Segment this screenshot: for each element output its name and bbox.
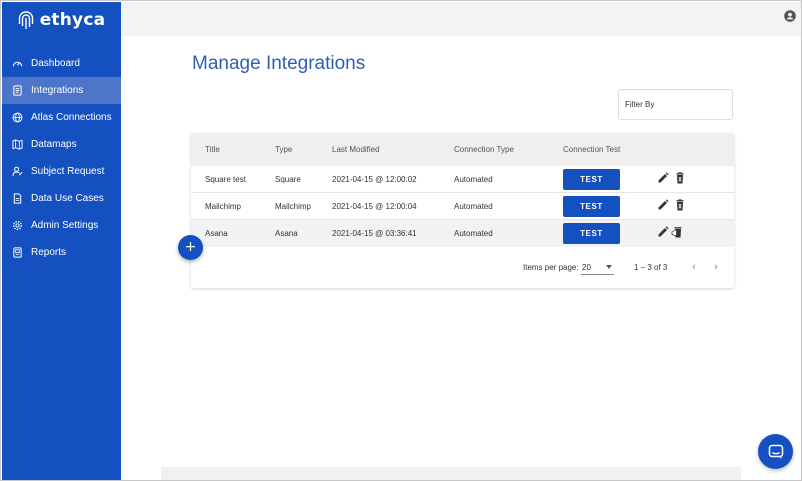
edit-icon[interactable] bbox=[657, 171, 669, 183]
edit-icon[interactable] bbox=[657, 198, 669, 210]
bottom-strip bbox=[161, 467, 741, 480]
sidebar-item-admin-settings[interactable]: Admin Settings bbox=[2, 212, 121, 239]
test-connection-button[interactable]: TEST bbox=[563, 196, 620, 217]
map-icon bbox=[12, 139, 23, 150]
sidebar-item-integrations[interactable]: Integrations bbox=[2, 77, 121, 104]
cell-connection-type: Automated bbox=[454, 229, 493, 238]
top-bar bbox=[121, 2, 801, 36]
sidebar-item-dashboard[interactable]: Dashboard bbox=[2, 50, 121, 77]
report-icon bbox=[12, 247, 23, 258]
table-header: Title Type Last Modified Connection Type… bbox=[191, 133, 734, 166]
cell-connection-type: Automated bbox=[454, 175, 493, 184]
app-window: ethyca Dashboard Integrations Atlas Conn… bbox=[0, 0, 802, 481]
sidebar-item-label: Atlas Connections bbox=[31, 112, 112, 123]
cell-title: Asana bbox=[205, 229, 228, 238]
cell-last-modified: 2021-04-15 @ 12:00:04 bbox=[332, 202, 417, 211]
cell-title: Square test bbox=[205, 175, 246, 184]
sidebar-item-label: Admin Settings bbox=[31, 220, 99, 231]
test-connection-button[interactable]: TEST bbox=[563, 223, 620, 244]
document-icon bbox=[12, 85, 23, 96]
sidebar-item-data-use-cases[interactable]: Data Use Cases bbox=[2, 185, 121, 212]
sidebar-item-subject-request[interactable]: Subject Request bbox=[2, 158, 121, 185]
brand-name: ethyca bbox=[39, 10, 106, 30]
delete-icon[interactable] bbox=[674, 198, 686, 211]
table-row: Asana Asana 2021-04-15 @ 03:36:41 Automa… bbox=[191, 220, 734, 247]
column-header-connection-test[interactable]: Connection Test bbox=[563, 145, 620, 154]
file-icon bbox=[12, 193, 23, 204]
cell-type: Square bbox=[275, 175, 301, 184]
globe-icon bbox=[12, 112, 23, 123]
column-header-type[interactable]: Type bbox=[275, 145, 292, 154]
previous-page-icon[interactable]: ‹ bbox=[688, 260, 700, 274]
filter-input[interactable]: Filter By bbox=[618, 89, 733, 120]
sidebar-item-label: Data Use Cases bbox=[31, 193, 104, 204]
account-circle-icon[interactable] bbox=[784, 10, 796, 22]
table-row: Mailchimp Mailchimp 2021-04-15 @ 12:00:0… bbox=[191, 193, 734, 220]
delete-hover-icon[interactable] bbox=[671, 225, 685, 238]
cell-last-modified: 2021-04-15 @ 03:36:41 bbox=[332, 229, 417, 238]
gear-icon bbox=[12, 220, 23, 231]
sidebar: ethyca Dashboard Integrations Atlas Conn… bbox=[2, 2, 121, 480]
sidebar-nav: Dashboard Integrations Atlas Connections… bbox=[2, 50, 121, 266]
page-range: 1 – 3 of 3 bbox=[634, 263, 668, 272]
sidebar-item-label: Integrations bbox=[31, 85, 84, 96]
sidebar-item-datamaps[interactable]: Datamaps bbox=[2, 131, 121, 158]
add-integration-button[interactable]: + bbox=[178, 235, 203, 260]
sidebar-item-atlas-connections[interactable]: Atlas Connections bbox=[2, 104, 121, 131]
chat-support-button[interactable] bbox=[758, 434, 793, 469]
column-header-last-modified[interactable]: Last Modified bbox=[332, 145, 380, 154]
page-title: Manage Integrations bbox=[192, 53, 366, 74]
sidebar-item-label: Dashboard bbox=[31, 58, 80, 69]
next-page-icon[interactable]: › bbox=[710, 260, 722, 274]
integrations-table: Title Type Last Modified Connection Type… bbox=[191, 133, 734, 288]
column-header-connection-type[interactable]: Connection Type bbox=[454, 145, 514, 154]
cell-type: Mailchimp bbox=[275, 202, 312, 211]
fingerprint-logo-icon bbox=[18, 10, 33, 29]
chat-icon bbox=[768, 444, 783, 459]
person-icon bbox=[12, 166, 23, 177]
cell-title: Mailchimp bbox=[205, 202, 242, 211]
items-per-page-value: 20 bbox=[582, 263, 591, 272]
brand-logo[interactable]: ethyca bbox=[2, 2, 121, 38]
column-header-title[interactable]: Title bbox=[205, 145, 220, 154]
test-connection-button[interactable]: TEST bbox=[563, 169, 620, 190]
paginator: Items per page: 20 1 – 3 of 3 ‹ › bbox=[191, 259, 734, 275]
dashboard-icon bbox=[12, 58, 23, 69]
items-per-page-label: Items per page: bbox=[523, 263, 579, 272]
sidebar-item-reports[interactable]: Reports bbox=[2, 239, 121, 266]
items-per-page-select[interactable]: 20 bbox=[581, 259, 614, 275]
table-row: Square test Square 2021-04-15 @ 12:00:02… bbox=[191, 166, 734, 193]
edit-icon[interactable] bbox=[657, 225, 669, 237]
delete-icon[interactable] bbox=[674, 171, 686, 184]
cell-last-modified: 2021-04-15 @ 12:00:02 bbox=[332, 175, 417, 184]
cell-type: Asana bbox=[275, 229, 298, 238]
sidebar-item-label: Datamaps bbox=[31, 139, 77, 150]
sidebar-item-label: Reports bbox=[31, 247, 67, 258]
chevron-down-icon bbox=[606, 265, 612, 269]
cell-connection-type: Automated bbox=[454, 202, 493, 211]
sidebar-item-label: Subject Request bbox=[31, 166, 105, 177]
filter-label: Filter By bbox=[625, 100, 655, 109]
